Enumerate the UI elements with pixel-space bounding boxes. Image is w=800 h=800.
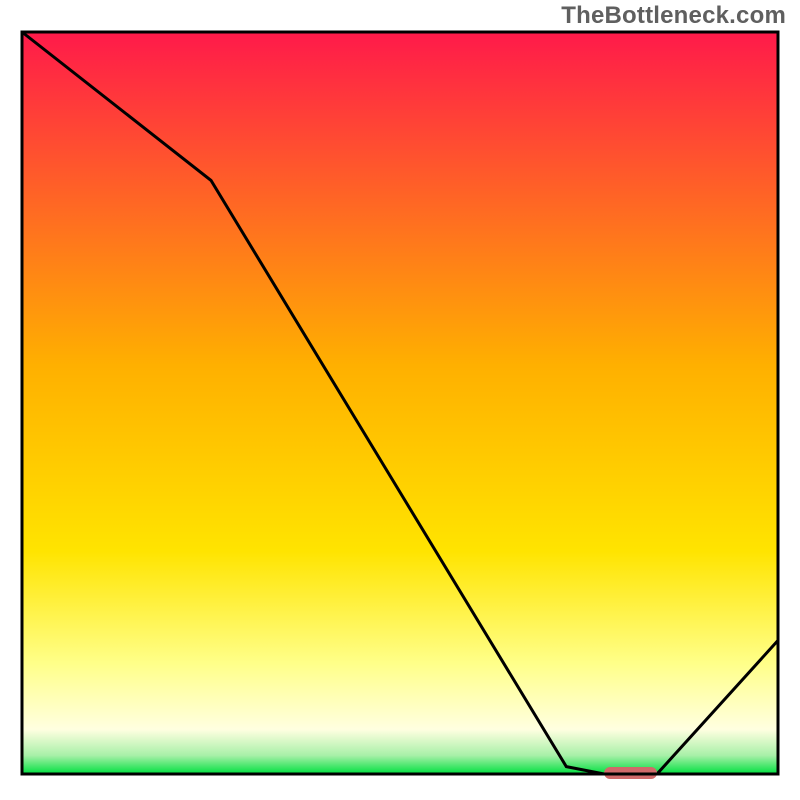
plot-background [22,32,778,774]
chart-container: { "watermark": "TheBottleneck.com", "cha… [0,0,800,800]
chart-svg [0,0,800,800]
watermark-text: TheBottleneck.com [561,2,786,30]
